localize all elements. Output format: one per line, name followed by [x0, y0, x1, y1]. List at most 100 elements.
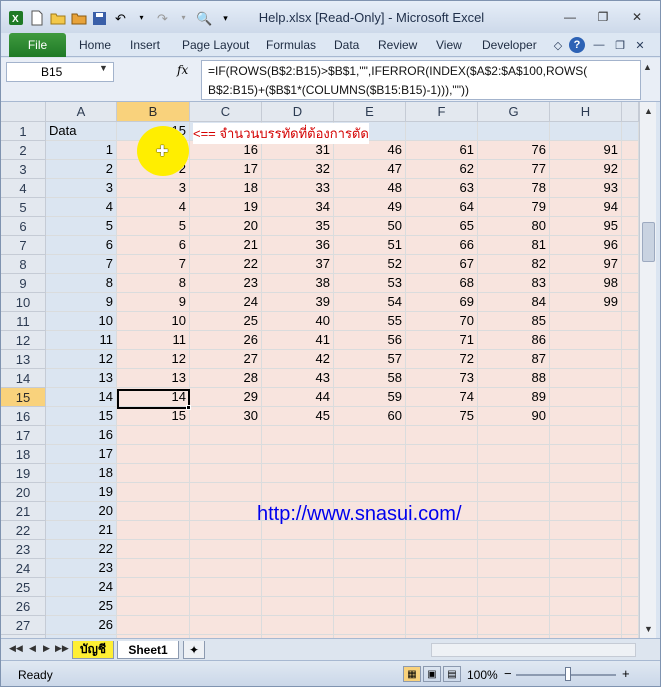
cell-c15[interactable]: 29	[190, 388, 262, 407]
cell-c10[interactable]: 24	[190, 293, 262, 312]
cell-h25[interactable]	[550, 578, 622, 597]
restore-icon[interactable]: ❐	[591, 7, 615, 27]
cell-i22[interactable]	[622, 521, 639, 540]
cell-g26[interactable]	[478, 597, 550, 616]
cell-f13[interactable]: 72	[406, 350, 478, 369]
cell-c9[interactable]: 23	[190, 274, 262, 293]
cell-h19[interactable]	[550, 464, 622, 483]
row-header-13[interactable]: 13	[1, 350, 46, 369]
cell-d19[interactable]	[262, 464, 334, 483]
row-header-14[interactable]: 14	[1, 369, 46, 388]
cell-e25[interactable]	[334, 578, 406, 597]
cell-b4[interactable]: 3	[117, 179, 190, 198]
cell-a26[interactable]: 25	[46, 597, 117, 616]
page-break-view-icon[interactable]: ▤	[443, 666, 461, 682]
zoom-in-icon[interactable]: +	[622, 666, 630, 681]
cell-d9[interactable]: 38	[262, 274, 334, 293]
row-header-11[interactable]: 11	[1, 312, 46, 331]
cell-f19[interactable]	[406, 464, 478, 483]
cell-f15[interactable]: 74	[406, 388, 478, 407]
cell-b22[interactable]	[117, 521, 190, 540]
cell-f25[interactable]	[406, 578, 478, 597]
cell-b21[interactable]	[117, 502, 190, 521]
cell-h17[interactable]	[550, 426, 622, 445]
formula-input[interactable]: =IF(ROWS(B$2:B15)>$B$1,"",IFERROR(INDEX(…	[201, 60, 641, 100]
cell-a3[interactable]: 2	[46, 160, 117, 179]
scroll-thumb[interactable]	[642, 222, 655, 262]
sheet-tab-account[interactable]: บัญชี	[72, 641, 114, 659]
cell-c24[interactable]	[190, 559, 262, 578]
close-icon[interactable]: ✕	[625, 7, 649, 27]
cell-c17[interactable]	[190, 426, 262, 445]
cell-h26[interactable]	[550, 597, 622, 616]
cell-f23[interactable]	[406, 540, 478, 559]
cell-i3[interactable]	[622, 160, 639, 179]
row-header-3[interactable]: 3	[1, 160, 46, 179]
cell-b14[interactable]: 13	[117, 369, 190, 388]
cell-f26[interactable]	[406, 597, 478, 616]
cell-g23[interactable]	[478, 540, 550, 559]
cell-g13[interactable]: 87	[478, 350, 550, 369]
cell-a11[interactable]: 10	[46, 312, 117, 331]
page-layout-view-icon[interactable]: ▣	[423, 666, 441, 682]
cell-e15[interactable]: 59	[334, 388, 406, 407]
cell-g19[interactable]	[478, 464, 550, 483]
sheet-tab-sheet1[interactable]: Sheet1	[117, 641, 179, 659]
cell-a4[interactable]: 3	[46, 179, 117, 198]
cell-d4[interactable]: 33	[262, 179, 334, 198]
cell-b18[interactable]	[117, 445, 190, 464]
name-box[interactable]: B15	[6, 62, 114, 82]
normal-view-icon[interactable]: ▦	[403, 666, 421, 682]
cell-i25[interactable]	[622, 578, 639, 597]
cell-c27[interactable]	[190, 616, 262, 635]
cell-i21[interactable]	[622, 502, 639, 521]
tab-home[interactable]: Home	[79, 38, 111, 52]
cell-c14[interactable]: 28	[190, 369, 262, 388]
cell-d20[interactable]	[262, 483, 334, 502]
cell-g24[interactable]	[478, 559, 550, 578]
cell-b5[interactable]: 4	[117, 198, 190, 217]
cell-i2[interactable]	[622, 141, 639, 160]
cell-h23[interactable]	[550, 540, 622, 559]
row-header-27[interactable]: 27	[1, 616, 46, 635]
cell-g25[interactable]	[478, 578, 550, 597]
cell-e10[interactable]: 54	[334, 293, 406, 312]
tab-developer[interactable]: Developer	[482, 38, 537, 52]
column-header-a[interactable]: A	[46, 102, 117, 122]
vertical-scrollbar[interactable]: ▲ ▼	[639, 102, 656, 638]
cell-i1[interactable]	[622, 122, 639, 141]
cell-f17[interactable]	[406, 426, 478, 445]
cell-b16[interactable]: 15	[117, 407, 190, 426]
cell-i19[interactable]	[622, 464, 639, 483]
cell-d5[interactable]: 34	[262, 198, 334, 217]
column-header-b[interactable]: B	[117, 102, 190, 122]
tab-page-layout[interactable]: Page Layout	[182, 38, 249, 52]
cell-a18[interactable]: 17	[46, 445, 117, 464]
cell-f1[interactable]	[406, 122, 478, 141]
cell-b12[interactable]: 11	[117, 331, 190, 350]
cell-a19[interactable]: 18	[46, 464, 117, 483]
cell-h20[interactable]	[550, 483, 622, 502]
row-header-20[interactable]: 20	[1, 483, 46, 502]
cell-h3[interactable]: 92	[550, 160, 622, 179]
cell-d16[interactable]: 45	[262, 407, 334, 426]
cell-b25[interactable]	[117, 578, 190, 597]
zoom-out-icon[interactable]: −	[504, 666, 512, 681]
name-box-dropdown-icon[interactable]: ▼	[99, 63, 108, 73]
cell-a23[interactable]: 22	[46, 540, 117, 559]
cell-a24[interactable]: 23	[46, 559, 117, 578]
cell-a27[interactable]: 26	[46, 616, 117, 635]
cell-i14[interactable]	[622, 369, 639, 388]
cell-h6[interactable]: 95	[550, 217, 622, 236]
cell-g21[interactable]	[478, 502, 550, 521]
cell-e12[interactable]: 56	[334, 331, 406, 350]
cell-f6[interactable]: 65	[406, 217, 478, 236]
cell-h27[interactable]	[550, 616, 622, 635]
cell-b9[interactable]: 8	[117, 274, 190, 293]
cell-e14[interactable]: 58	[334, 369, 406, 388]
cell-i26[interactable]	[622, 597, 639, 616]
cell-a22[interactable]: 21	[46, 521, 117, 540]
row-header-22[interactable]: 22	[1, 521, 46, 540]
cell-i16[interactable]	[622, 407, 639, 426]
cell-c8[interactable]: 22	[190, 255, 262, 274]
